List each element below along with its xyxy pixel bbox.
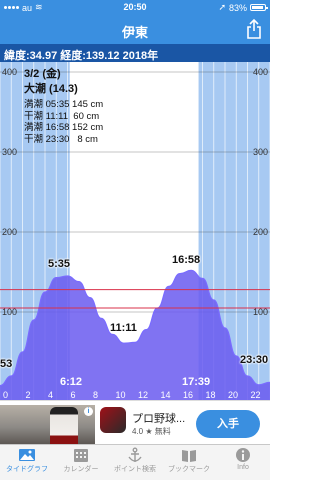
y-tick-label-left: 200 <box>2 227 17 237</box>
tab-label: カレンダー <box>63 466 99 473</box>
page-title: 伊東 <box>121 25 148 40</box>
tab-tide-graph[interactable]: タイドグラフ <box>0 445 54 480</box>
y-tick-label-right: 400 <box>253 67 268 77</box>
y-tick-label-right: 100 <box>253 307 268 317</box>
battery-icon <box>250 4 268 11</box>
sunrise-label: 6:12 <box>60 376 83 388</box>
ad-info-icon[interactable]: i <box>84 407 93 416</box>
calendar-icon <box>74 449 88 462</box>
ad-player-figure <box>50 407 78 445</box>
bookmark-icon <box>182 450 196 462</box>
ad-install-button[interactable]: 入手 <box>196 410 260 438</box>
info-icon <box>236 448 250 462</box>
tab-label: ブックマーク <box>168 466 210 473</box>
share-button[interactable] <box>244 18 264 40</box>
x-tick-label: 10 <box>116 390 126 400</box>
x-tick-label: 0 <box>3 390 8 400</box>
x-tick-label: 22 <box>251 390 261 400</box>
tab-bar: タイドグラフ カレンダー ポイント検索 ブックマーク Info <box>0 444 270 480</box>
x-tick-label: 8 <box>93 390 98 400</box>
x-tick-label: 4 <box>48 390 53 400</box>
y-tick-label-left: 100 <box>2 307 17 317</box>
high-tide-label-1: 5:35 <box>48 258 71 270</box>
location-arrow-icon: ➚ <box>218 2 226 12</box>
tide-date: 3/2 (金) <box>24 68 61 80</box>
tab-bookmark[interactable]: ブックマーク <box>162 445 216 480</box>
ad-image[interactable]: i <box>0 405 95 445</box>
share-icon <box>247 18 261 39</box>
low-tide-label-1: 11:11 <box>110 322 137 334</box>
y-tick-label-right: 300 <box>253 147 268 157</box>
tide-row: 満潮 16:58 152 cm <box>24 122 104 134</box>
low-tide-label-2: 23:30 <box>240 354 269 366</box>
tab-label: ポイント検索 <box>114 466 156 473</box>
x-tick-label: 16 <box>183 390 193 400</box>
high-tide-label-2: 16:58 <box>172 254 201 266</box>
status-right: ➚ 83% <box>218 2 268 13</box>
moon-phase: 大潮 (14.3) <box>24 83 78 96</box>
tide-row: 干潮 11:11 60 cm <box>24 110 100 122</box>
y-tick-label-left: 300 <box>2 147 17 157</box>
x-tick-label: 18 <box>206 390 216 400</box>
tab-calendar[interactable]: カレンダー <box>54 445 108 480</box>
image-icon <box>19 449 35 461</box>
navigation-bar: 伊東 <box>0 14 270 44</box>
y-tick-label-left: 400 <box>2 67 17 77</box>
tab-label: タイドグラフ <box>6 466 48 473</box>
sunset-label: 17:39 <box>182 376 211 388</box>
x-tick-label: 2 <box>26 390 31 400</box>
tab-point-search[interactable]: ポイント検索 <box>108 445 162 480</box>
x-tick-label: 12 <box>138 390 148 400</box>
low-tide-label-0: 53 <box>0 358 13 370</box>
tide-info-panel: 3/2 (金) 大潮 (14.3) 満潮 05:35 145 cm 干潮 11:… <box>24 68 103 145</box>
location-info-bar: 緯度:34.97 経度:139.12 2018年 <box>0 44 270 62</box>
ad-title[interactable]: プロ野球... <box>132 410 185 426</box>
tab-info[interactable]: Info <box>216 445 270 480</box>
status-bar: au ≋ 20:50 ➚ 83% <box>0 0 270 14</box>
tide-row: 干潮 23:30 8 cm <box>24 133 98 145</box>
ad-rating: 4.0 ★ 無料 <box>132 427 171 436</box>
y-tick-label-right: 200 <box>253 227 268 237</box>
ad-app-icon[interactable] <box>100 407 126 433</box>
battery-percent: 83% <box>228 2 247 13</box>
ad-banner[interactable]: i プロ野球... 4.0 ★ 無料 入手 <box>0 400 270 445</box>
tide-row: 満潮 05:35 145 cm <box>24 99 104 111</box>
x-tick-label: 14 <box>161 390 171 400</box>
x-tick-label: 20 <box>228 390 238 400</box>
tab-label: Info <box>237 464 249 471</box>
anchor-icon <box>128 447 142 462</box>
x-tick-label: 6 <box>71 390 76 400</box>
